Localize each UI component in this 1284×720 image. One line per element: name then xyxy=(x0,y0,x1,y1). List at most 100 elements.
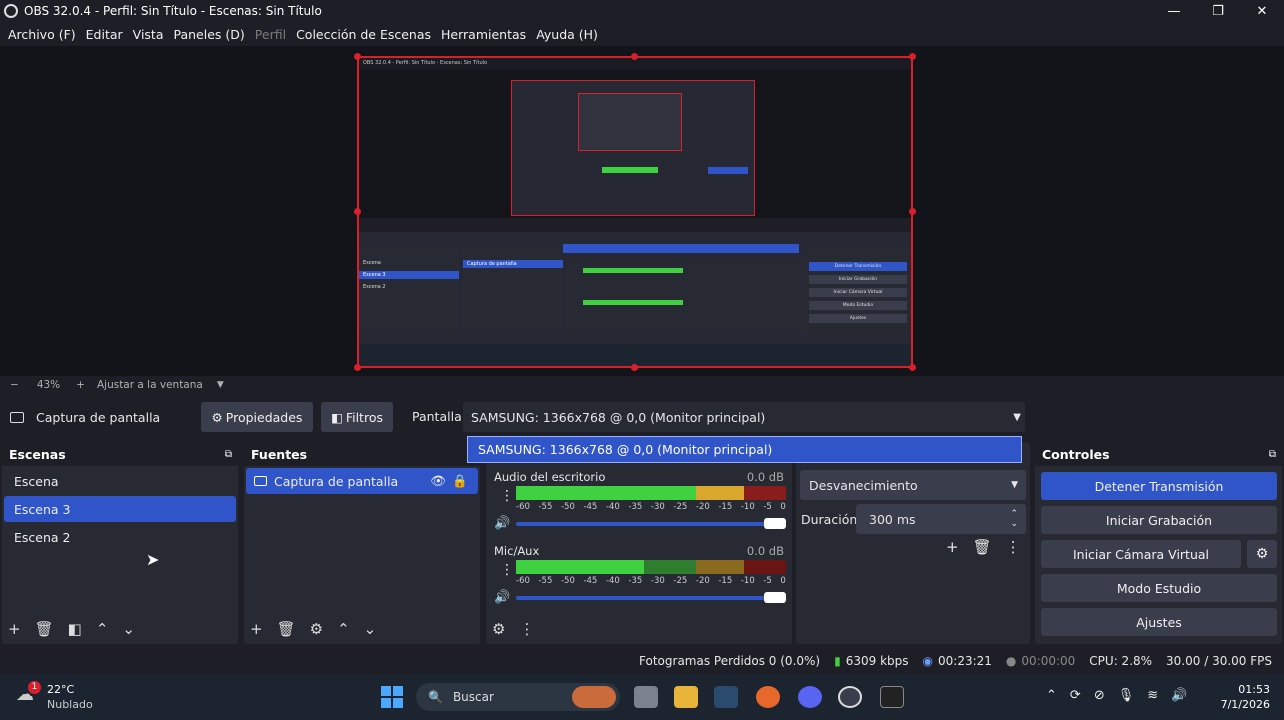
resize-handle[interactable] xyxy=(909,364,916,371)
kebab-menu-icon[interactable]: ⋮ xyxy=(1006,538,1021,556)
resize-handle[interactable] xyxy=(354,53,361,60)
weather-desc[interactable]: Nublado xyxy=(47,698,93,711)
gear-icon[interactable]: ⚙ xyxy=(1247,540,1277,568)
display-select[interactable]: SAMSUNG: 1366x768 @ 0,0 (Monitor princip… xyxy=(463,402,1025,432)
speaker-icon[interactable]: 🔊 xyxy=(494,516,510,531)
record-time: ● 00:00:00 xyxy=(1006,654,1075,668)
spin-arrows-icon[interactable]: ⌃ ⌄ xyxy=(1010,509,1018,529)
mini-ctrl-settings: Ajustes xyxy=(809,314,907,323)
filter-icon[interactable]: ◧ xyxy=(68,620,82,638)
chevron-down-icon: ▼ xyxy=(1013,411,1021,423)
file-explorer-icon[interactable] xyxy=(674,686,698,708)
meter-ticks: -60 -55 -50 -45 -40 -35 -30 -25 -20 -15 -10 -5 0 xyxy=(516,502,786,512)
menu-editar[interactable]: Editar xyxy=(86,27,123,42)
start-recording-button[interactable]: Iniciar Grabación xyxy=(1041,506,1277,534)
trash-icon[interactable]: 🗑 xyxy=(973,538,992,556)
signal-bars-icon: ▮ xyxy=(834,654,841,668)
sync-icon[interactable]: ⟳ xyxy=(1070,688,1081,703)
menu-archivo[interactable]: Archivo (F) xyxy=(8,27,76,42)
trash-icon[interactable]: 🗑 xyxy=(35,620,54,638)
audio-meter xyxy=(516,560,786,574)
steam-icon[interactable] xyxy=(714,686,738,708)
menu-ayuda[interactable]: Ayuda (H) xyxy=(536,27,598,42)
transition-select[interactable]: Desvanecimiento ▼ xyxy=(800,470,1026,500)
chevron-down-icon[interactable]: ⌄ xyxy=(364,620,377,638)
menu-coleccion-escenas[interactable]: Colección de Escenas xyxy=(296,27,431,42)
discord-icon[interactable] xyxy=(798,686,822,708)
volume-slider[interactable] xyxy=(516,522,774,526)
volume-icon[interactable]: 🔊 xyxy=(1171,688,1187,703)
kebab-menu-icon[interactable]: ⋮ xyxy=(519,620,534,638)
chevron-up-icon[interactable]: ⌃ xyxy=(337,620,350,638)
zoom-out-button[interactable]: − xyxy=(10,379,19,391)
network-off-icon[interactable]: ⊘ xyxy=(1094,688,1105,703)
menu-perfil[interactable]: Perfil xyxy=(255,27,286,42)
zoom-in-button[interactable]: + xyxy=(76,379,85,391)
scene-item[interactable]: Escena xyxy=(4,468,236,494)
source-item[interactable]: Captura de pantalla 👁 🔒 xyxy=(246,468,478,494)
kebab-menu-icon[interactable]: ⋮ xyxy=(500,488,514,504)
resize-handle[interactable] xyxy=(909,53,916,60)
display-option[interactable]: SAMSUNG: 1366x768 @ 0,0 (Monitor princip… xyxy=(467,436,1022,463)
kebab-menu-icon[interactable]: ⋮ xyxy=(500,562,514,578)
undock-icon[interactable]: ⧉ xyxy=(225,449,232,460)
taskbar-search[interactable]: 🔍 Buscar xyxy=(416,683,620,711)
microphone-icon[interactable]: 🎙 xyxy=(1118,688,1135,703)
monitor-icon xyxy=(254,476,267,486)
chevron-down-icon[interactable]: ⌄ xyxy=(122,620,135,638)
task-view-icon[interactable] xyxy=(634,686,658,708)
fps: 30.00 / 30.00 FPS xyxy=(1166,654,1272,668)
add-icon[interactable]: + xyxy=(250,620,263,638)
close-button[interactable]: ✕ xyxy=(1240,0,1284,22)
mini-scene-2: Escena 3 xyxy=(359,271,459,279)
resize-handle[interactable] xyxy=(354,208,361,215)
eye-icon[interactable]: 👁 xyxy=(430,473,446,489)
clock-time[interactable]: 01:53 xyxy=(1222,683,1270,696)
mouse-cursor-icon: ➤ xyxy=(146,550,160,569)
gear-icon[interactable]: ⚙ xyxy=(310,620,323,638)
trash-icon[interactable]: 🗑 xyxy=(277,620,296,638)
volume-slider-handle[interactable] xyxy=(764,518,786,529)
properties-button[interactable]: ⚙ Propiedades xyxy=(201,402,313,432)
maximize-button[interactable]: ❐ xyxy=(1196,0,1240,22)
obs-taskbar-icon[interactable] xyxy=(838,686,862,708)
speaker-icon[interactable]: 🔊 xyxy=(494,590,510,605)
weather-temp[interactable]: 22°C xyxy=(47,683,74,696)
zoom-dropdown-icon[interactable]: ▼ xyxy=(217,380,224,390)
volume-slider[interactable] xyxy=(516,596,774,600)
add-icon[interactable]: + xyxy=(946,538,959,556)
channel-name: Mic/Aux xyxy=(494,544,540,558)
menu-herramientas[interactable]: Herramientas xyxy=(441,27,526,42)
resize-handle[interactable] xyxy=(354,364,361,371)
scene-item-selected[interactable]: Escena 3 xyxy=(4,496,236,522)
wifi-icon[interactable]: ≋ xyxy=(1147,688,1158,703)
clock-date[interactable]: 7/1/2026 xyxy=(1206,698,1270,711)
mini-source-item: Captura de pantalla xyxy=(463,260,563,268)
resize-handle[interactable] xyxy=(909,208,916,215)
preview-canvas[interactable]: OBS 32.0.4 - Perfil: Sin Título - Escena… xyxy=(357,56,913,368)
studio-mode-button[interactable]: Modo Estudio xyxy=(1041,574,1277,602)
scenes-header: Escenas ⧉ xyxy=(2,442,238,466)
volume-slider-handle[interactable] xyxy=(764,592,786,603)
resize-handle[interactable] xyxy=(631,53,638,60)
lock-icon[interactable]: 🔒 xyxy=(452,473,468,489)
filters-button[interactable]: ◧ Filtros xyxy=(321,402,393,432)
menu-vista[interactable]: Vista xyxy=(133,27,164,42)
chevron-up-icon[interactable]: ⌃ xyxy=(1046,688,1057,703)
menu-paneles[interactable]: Paneles (D) xyxy=(174,27,245,42)
start-virtual-camera-button[interactable]: Iniciar Cámara Virtual xyxy=(1041,540,1241,568)
firefox-icon[interactable] xyxy=(756,686,780,708)
chevron-up-icon[interactable]: ⌃ xyxy=(96,620,109,638)
advanced-audio-icon[interactable]: ⚙ xyxy=(492,620,505,638)
scene-item[interactable]: Escena 2 xyxy=(4,524,236,550)
add-icon[interactable]: + xyxy=(8,620,21,638)
windows-start-icon[interactable] xyxy=(381,686,403,708)
stop-stream-button[interactable]: Detener Transmisión xyxy=(1041,472,1277,500)
minimize-button[interactable]: — xyxy=(1152,0,1196,22)
epic-games-icon[interactable] xyxy=(880,686,904,708)
window-title: OBS 32.0.4 - Perfil: Sin Título - Escena… xyxy=(24,4,322,18)
undock-icon[interactable]: ⧉ xyxy=(1269,449,1276,460)
duration-spinbox[interactable]: 300 ms ⌃ ⌄ xyxy=(856,504,1026,534)
settings-button[interactable]: Ajustes xyxy=(1041,608,1277,636)
resize-handle[interactable] xyxy=(631,364,638,371)
